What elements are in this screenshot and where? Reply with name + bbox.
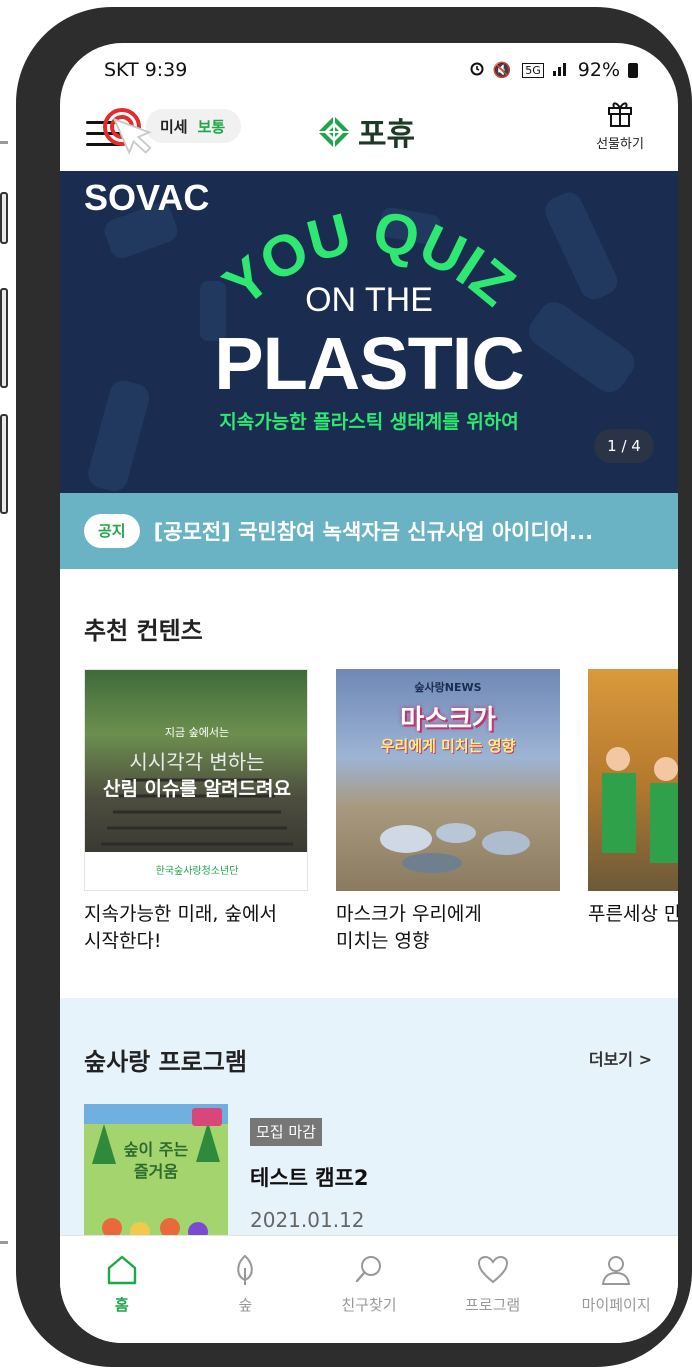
nav-label: 숲 (238, 1296, 253, 1314)
content-card[interactable]: 숲사랑NEWS 마스크가 우리에게 미치는 영향 마스크가 우리에게 미치는 영… (336, 669, 560, 955)
person-icon (602, 1256, 631, 1285)
dust-label: 미세 (160, 117, 188, 136)
banner-headline-mid: ON THE (305, 281, 433, 319)
program-item-title[interactable]: 테스트 캠프2 (250, 1162, 369, 1192)
frame-dot (0, 141, 8, 144)
signal-icon (552, 59, 570, 81)
search-icon (355, 1256, 381, 1283)
battery-percent: 92% (577, 59, 620, 81)
app-logo: 포휴 (316, 109, 415, 154)
battery-icon (628, 62, 638, 78)
nav-label: 친구찾기 (341, 1296, 397, 1314)
card-image-small: 숲사랑NEWS (414, 681, 482, 694)
hero-banner[interactable]: SOVAC YOU QUIZ ON THE PLASTIC 지속가능한 플라스틱… (60, 171, 678, 493)
banner-page-counter: 1 / 4 (594, 429, 654, 463)
card-image (588, 669, 678, 891)
dust-status: 보통 (197, 117, 226, 136)
network-label: 5G (522, 62, 544, 78)
card-caption: 지속가능한 미래, 숲에서 시작한다! (84, 903, 277, 952)
alarm-icon (469, 59, 485, 81)
app-screen: SKT 9:39 🔇 5G 92% 미세 보통 포휴 선물하기 SOVAC YO… (60, 43, 678, 1343)
carrier-time: SKT 9:39 (104, 59, 188, 81)
program-thumbnail[interactable]: 숲이 주는 즐거움 (84, 1104, 228, 1244)
students-illustration (602, 747, 678, 863)
heart-icon (477, 1255, 508, 1284)
content-card[interactable]: 지금 숲에서는 시시각각 변하는 산림 이슈를 알려드려요 한국숲사랑청소년단 … (84, 669, 308, 955)
program-status-badge: 모집 마감 (250, 1118, 322, 1146)
card-caption: 푸른세상 만 (588, 903, 678, 925)
nav-item-forest[interactable]: 숲 (184, 1236, 308, 1343)
mute-icon: 🔇 (492, 61, 515, 79)
card-image-line2: 산림 이슈를 알려드려요 (102, 778, 292, 800)
card-image-org: 한국숲사랑청소년단 (155, 866, 239, 877)
nav-item-find-friends[interactable]: 친구찾기 (307, 1236, 431, 1343)
recommended-title: 추천 컨텐츠 (84, 617, 203, 645)
volume-up-button (0, 192, 8, 244)
program-item-date: 2021.01.12 (250, 1208, 365, 1232)
card-image: 숲사랑NEWS 마스크가 우리에게 미치는 영향 (336, 669, 560, 891)
nav-item-home[interactable]: 홈 (60, 1236, 184, 1343)
nav-label: 프로그램 (464, 1296, 521, 1314)
status-bar: SKT 9:39 🔇 5G 92% (60, 43, 678, 99)
nav-item-program[interactable]: 프로그램 (431, 1236, 555, 1343)
bottom-nav: 홈 숲 친구찾기 프로그램 마이페이지 (60, 1235, 678, 1343)
mask-litter-illustration (380, 823, 530, 873)
home-icon (107, 1255, 136, 1285)
banner-subtitle: 지속가능한 플라스틱 생태계를 위하여 (219, 411, 519, 433)
gift-button[interactable]: 선물하기 (588, 99, 652, 152)
card-caption: 마스크가 우리에게 미치는 영향 (336, 903, 482, 952)
bixby-button (0, 414, 8, 514)
card-image-line1: 마스크가 (400, 705, 496, 735)
thumb-line2: 즐거움 (133, 1162, 179, 1181)
gift-label: 선물하기 (596, 137, 644, 152)
frame-dot (0, 1241, 8, 1244)
notice-bar[interactable]: 공지 [공모전] 국민참여 녹색자금 신규사업 아이디어... (60, 493, 678, 569)
card-image: 지금 숲에서는 시시각각 변하는 산림 이슈를 알려드려요 한국숲사랑청소년단 (84, 669, 308, 891)
program-title: 숲사랑 프로그램 (84, 1048, 247, 1076)
nav-item-mypage[interactable]: 마이페이지 (554, 1236, 678, 1343)
gift-icon (608, 102, 632, 127)
logo-mark-icon (318, 115, 350, 148)
notice-badge: 공지 (84, 514, 140, 548)
notice-text: [공모전] 국민참여 녹색자금 신규사업 아이디어... (153, 520, 594, 544)
status-icons-group: 🔇 5G 92% (469, 59, 638, 81)
more-link[interactable]: 더보기 > (589, 1046, 652, 1070)
nav-label: 홈 (114, 1296, 129, 1314)
recommended-carousel[interactable]: 지금 숲에서는 시시각각 변하는 산림 이슈를 알려드려요 한국숲사랑청소년단 … (84, 669, 678, 969)
leaf-icon (237, 1254, 254, 1285)
content-card[interactable]: 푸른세상 만 (588, 669, 678, 928)
banner-headline-main: PLASTIC (214, 322, 525, 405)
tap-indicator-icon (102, 107, 162, 167)
logo-text: 포휴 (358, 117, 416, 153)
card-image-small: 지금 숲에서는 (164, 726, 230, 739)
volume-down-button (0, 288, 8, 388)
card-image-line1: 시시각각 변하는 (129, 750, 265, 774)
thumb-line1: 숲이 주는 (123, 1140, 189, 1159)
app-header: 미세 보통 포휴 선물하기 (60, 99, 678, 171)
card-image-line2: 우리에게 미치는 영향 (380, 737, 516, 755)
nav-label: 마이페이지 (581, 1296, 651, 1314)
phone-frame: SKT 9:39 🔇 5G 92% 미세 보통 포휴 선물하기 SOVAC YO… (16, 7, 692, 1367)
